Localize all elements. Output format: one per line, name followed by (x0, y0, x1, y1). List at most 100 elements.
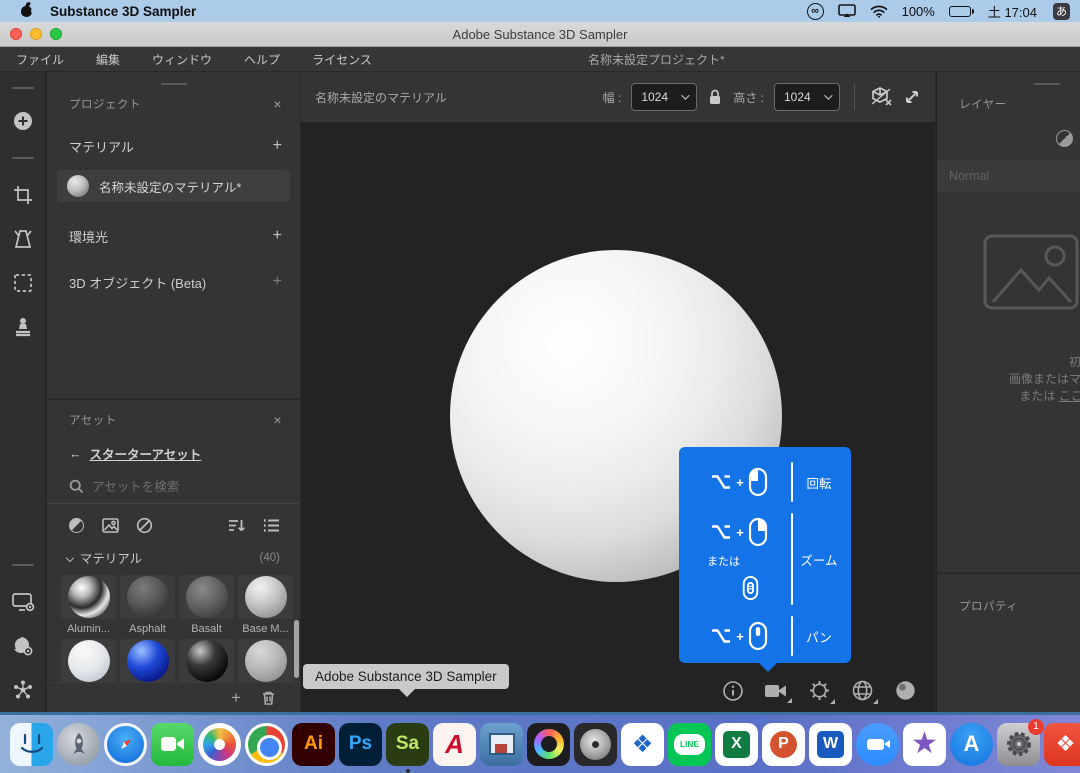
material-list-item[interactable]: 名称未設定のマテリアル* (57, 170, 290, 202)
menubar-clock[interactable]: 土 17:04 (988, 2, 1037, 21)
add-object-button[interactable]: + (273, 273, 282, 291)
stamp-tool-icon[interactable] (6, 310, 40, 344)
apple-menu-icon[interactable] (18, 4, 36, 18)
delete-asset-icon[interactable] (261, 690, 276, 706)
display-settings-icon[interactable] (6, 585, 40, 619)
window-title: Adobe Substance 3D Sampler (0, 27, 1080, 42)
creative-cloud-icon[interactable]: ∞ (807, 3, 824, 20)
dock-substance-stager[interactable]: ❖ (621, 723, 664, 766)
starter-assets-breadcrumb[interactable]: ← スターターアセット (47, 444, 300, 463)
toggle-3d-view-icon[interactable] (869, 86, 893, 108)
menu-file[interactable]: ファイル (0, 51, 80, 68)
asset-thumb-row2-3[interactable] (179, 639, 234, 683)
dock-excel[interactable]: X (715, 723, 758, 766)
camera-icon[interactable] (764, 681, 788, 701)
dock-photoshop[interactable]: Ps (339, 723, 382, 766)
mouse-scroll-wheel-icon (742, 575, 759, 601)
material-thumbnail-grid: Alumin... Asphalt Basalt Base M... (47, 567, 300, 683)
dock-zoom[interactable] (856, 723, 899, 766)
asset-filter-row (47, 516, 300, 534)
dock-illustrator[interactable]: Ai (292, 723, 335, 766)
perspective-tool-icon[interactable] (6, 222, 40, 256)
material-section-row: マテリアル + (47, 134, 300, 158)
back-arrow-icon[interactable]: ← (69, 447, 82, 461)
crop-tool-icon[interactable] (6, 178, 40, 212)
share-icon[interactable] (6, 673, 40, 707)
asset-search-bar[interactable] (47, 479, 300, 504)
width-select[interactable]: 1024 (631, 83, 697, 111)
close-icon[interactable]: × (273, 413, 282, 427)
filter-materials-icon[interactable] (67, 516, 85, 534)
dock-final-cut-pro[interactable] (527, 723, 570, 766)
assets-scrollbar[interactable] (294, 620, 299, 678)
dock-disk-utility[interactable] (574, 723, 617, 766)
material-ball (245, 640, 287, 682)
menu-edit[interactable]: 編集 (80, 51, 136, 68)
pan-label: パン (799, 627, 839, 646)
screen-mirroring-icon[interactable] (838, 4, 856, 18)
asset-search-input[interactable] (92, 480, 262, 494)
dock-launchpad[interactable] (57, 723, 100, 766)
asset-thumb-row2-1[interactable] (61, 639, 116, 683)
asset-thumb-asphalt[interactable]: Asphalt (120, 575, 175, 635)
asset-thumb-base-material[interactable]: Base M... (238, 575, 293, 635)
materials-group-header[interactable]: マテリアル (40) (47, 548, 300, 567)
dock-system-settings[interactable]: 1 (997, 723, 1040, 766)
panel-drag-handle[interactable] (161, 83, 187, 85)
add-environment-button[interactable]: + (273, 227, 282, 245)
dock-red-diamond-app[interactable]: ❖ (1044, 723, 1080, 766)
filter-environments-icon[interactable] (135, 516, 153, 534)
sort-icon[interactable] (228, 516, 246, 534)
add-layer-icon[interactable] (6, 104, 40, 138)
render-sphere-icon[interactable] (894, 679, 917, 702)
blend-mode-select[interactable]: Normal (937, 160, 1080, 192)
menu-license[interactable]: ライセンス (296, 51, 388, 68)
dock-facetime[interactable] (151, 723, 194, 766)
add-asset-button[interactable]: + (231, 689, 241, 706)
input-source-badge[interactable]: あ (1053, 3, 1070, 20)
wifi-icon[interactable] (870, 5, 888, 18)
rail-drag-handle[interactable] (12, 87, 34, 89)
dock-substance-sampler[interactable]: Sa (386, 723, 429, 766)
height-select[interactable]: 1024 (774, 83, 840, 111)
asset-thumb-row2-4[interactable] (238, 639, 293, 683)
dock-safari[interactable] (104, 723, 147, 766)
dock-finder[interactable] (10, 723, 53, 766)
viewport-canvas[interactable]: + 回転 + (301, 122, 935, 712)
dock-imovie[interactable]: ★ (903, 723, 946, 766)
dock-photos[interactable] (198, 723, 241, 766)
tiling-tool-icon[interactable] (6, 266, 40, 300)
info-icon[interactable] (722, 680, 744, 702)
dock-app-store[interactable]: A (950, 723, 993, 766)
dock-line[interactable]: LINE (668, 723, 711, 766)
asset-thumb-basalt[interactable]: Basalt (179, 575, 234, 635)
wireframe-globe-icon[interactable] (851, 679, 874, 702)
dock-powerpoint[interactable]: P (762, 723, 805, 766)
filter-images-icon[interactable] (101, 516, 119, 534)
dock-chrome[interactable] (245, 723, 288, 766)
viewer-settings-icon[interactable] (6, 629, 40, 663)
add-material-button[interactable]: + (273, 137, 282, 155)
asset-thumb-aluminium[interactable]: Alumin... (61, 575, 116, 635)
panel-drag-handle[interactable] (1034, 83, 1060, 85)
app-menu-bar: ファイル 編集 ウィンドウ ヘルプ ライセンス 名称未設定プロジェクト* (0, 47, 1080, 72)
menu-help[interactable]: ヘルプ (228, 51, 296, 68)
chevron-down-icon (824, 91, 832, 99)
assets-panel-title: アセット (69, 412, 117, 428)
rail-divider-bottom (12, 564, 34, 566)
dock-autocad[interactable]: A (433, 723, 476, 766)
menu-window[interactable]: ウィンドウ (136, 51, 228, 68)
dock-word[interactable]: W (809, 723, 852, 766)
dock-home-design-app[interactable] (480, 723, 523, 766)
list-view-icon[interactable] (262, 516, 280, 534)
starter-assets-link[interactable]: スターターアセット (90, 444, 202, 463)
close-icon[interactable]: × (273, 97, 282, 111)
lock-aspect-icon[interactable] (707, 88, 723, 106)
click-here-link[interactable]: ここをクリックし (1059, 389, 1080, 403)
fullscreen-icon[interactable] (903, 88, 921, 106)
blend-filter-icon[interactable] (1056, 130, 1073, 147)
material-ball (127, 640, 169, 682)
asset-thumb-row2-2[interactable] (120, 639, 175, 683)
menubar-app-name[interactable]: Substance 3D Sampler (50, 4, 196, 19)
environment-icon[interactable] (808, 679, 831, 702)
